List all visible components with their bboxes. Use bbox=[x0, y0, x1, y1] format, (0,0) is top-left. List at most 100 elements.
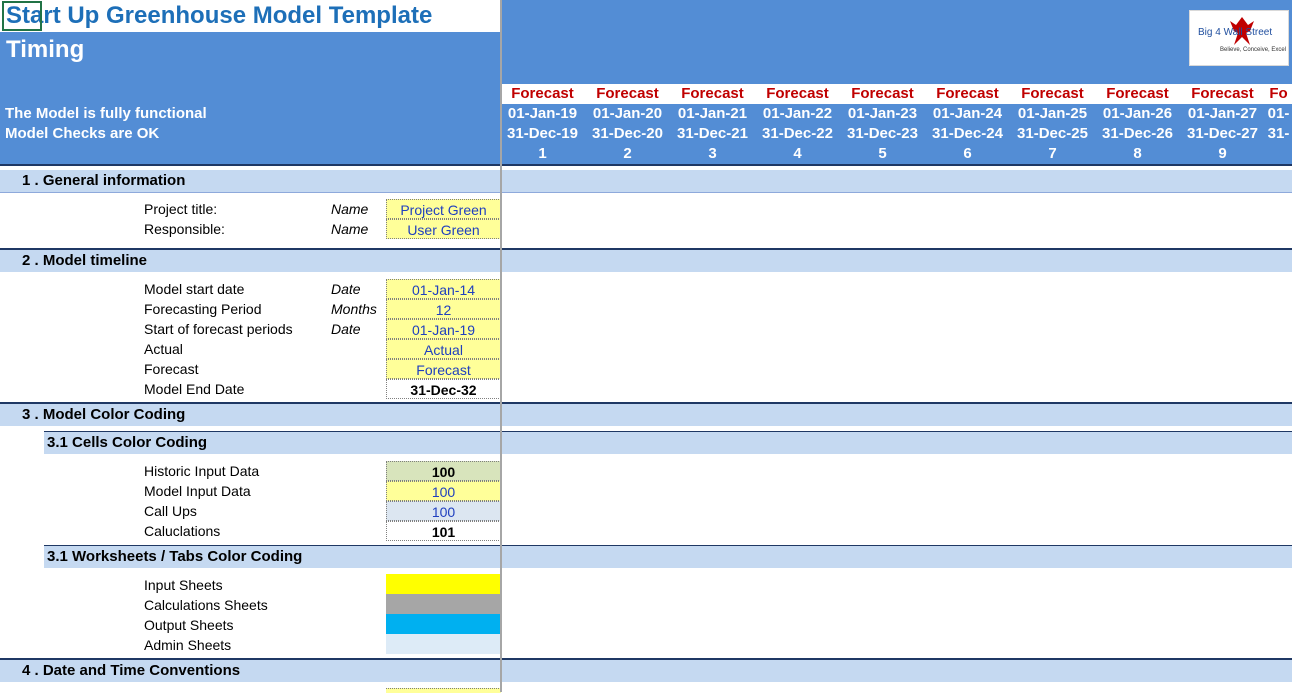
selected-cell-outline[interactable] bbox=[2, 1, 42, 31]
sheet-subtitle: Timing bbox=[6, 36, 85, 63]
section-header-color-coding: 3 . Model Color Coding bbox=[0, 404, 1292, 426]
column-number[interactable]: 4 bbox=[755, 144, 840, 164]
column-start-date[interactable]: 01-Jan-22 bbox=[755, 104, 840, 124]
calculations-sample[interactable]: 101 bbox=[386, 521, 501, 541]
historic-input-sample[interactable]: 100 bbox=[386, 461, 501, 481]
divider bbox=[0, 192, 1292, 193]
section-title: 2 . Model timeline bbox=[22, 252, 148, 269]
column-period-type[interactable]: Forecast bbox=[1095, 84, 1180, 104]
row-label: Historic Input Data bbox=[144, 463, 260, 479]
row-label: Admin Sheets bbox=[144, 637, 232, 653]
row-label: Model Input Data bbox=[144, 483, 251, 499]
row-label: Caluclations bbox=[144, 523, 221, 539]
column-end-date[interactable]: 31-Dec-20 bbox=[585, 124, 670, 144]
forecast-label-input[interactable]: Forecast bbox=[386, 359, 501, 379]
column-end-date[interactable]: 31-Dec-23 bbox=[840, 124, 925, 144]
row-label: Output Sheets bbox=[144, 617, 234, 633]
page-title: Start Up Greenhouse Model Template bbox=[6, 2, 433, 29]
subsection-header-tabs: 3.1 Worksheets / Tabs Color Coding bbox=[44, 546, 1292, 568]
status-functional: The Model is fully functional bbox=[5, 105, 207, 122]
column-end-date[interactable]: 31-Dec-27 bbox=[1180, 124, 1265, 144]
project-title-input[interactable]: Project Green bbox=[386, 199, 501, 219]
column-end-date[interactable]: 31-Dec-25 bbox=[1010, 124, 1095, 144]
title-cell[interactable]: Start Up Greenhouse Model Template bbox=[0, 0, 501, 32]
column-number[interactable]: 3 bbox=[670, 144, 755, 164]
section-header-date-time: 4 . Date and Time Conventions bbox=[0, 660, 1292, 682]
column-end-date[interactable]: 31- bbox=[1265, 124, 1292, 144]
row-label: Calculations Sheets bbox=[144, 597, 268, 613]
header-divider bbox=[0, 164, 1292, 166]
section-title: 4 . Date and Time Conventions bbox=[22, 662, 241, 679]
row-label: Input Sheets bbox=[144, 577, 223, 593]
column-period-type[interactable]: Forecast bbox=[755, 84, 840, 104]
column-period-type[interactable]: Forecast bbox=[1010, 84, 1095, 104]
column-number[interactable]: 6 bbox=[925, 144, 1010, 164]
column-start-date[interactable]: 01-Jan-23 bbox=[840, 104, 925, 124]
section-title: 3 . Model Color Coding bbox=[22, 406, 186, 423]
call-ups-sample[interactable]: 100 bbox=[386, 501, 501, 521]
row-label: Model start date bbox=[144, 281, 245, 297]
section-header-general: 1 . General information bbox=[0, 170, 1292, 192]
freeze-pane-divider bbox=[500, 0, 502, 692]
column-number[interactable]: 7 bbox=[1010, 144, 1095, 164]
output-sheets-swatch[interactable] bbox=[386, 614, 501, 634]
column-number[interactable]: 2 bbox=[585, 144, 670, 164]
partial-input-cell[interactable] bbox=[386, 688, 501, 693]
column-number[interactable]: 8 bbox=[1095, 144, 1180, 164]
model-start-date-input[interactable]: 01-Jan-14 bbox=[386, 279, 501, 299]
subsection-header-cells: 3.1 Cells Color Coding bbox=[44, 432, 1292, 454]
column-period-type[interactable]: Forecast bbox=[670, 84, 755, 104]
column-end-date[interactable]: 31-Dec-19 bbox=[500, 124, 585, 144]
section-header-timeline: 2 . Model timeline bbox=[0, 250, 1292, 272]
logo-tagline: Believe, Conceive, Excel bbox=[1220, 47, 1287, 53]
row-label: Start of forecast periods bbox=[144, 321, 293, 337]
subsection-title: 3.1 Cells Color Coding bbox=[47, 434, 208, 451]
section-title: 1 . General information bbox=[22, 172, 186, 189]
column-start-date[interactable]: 01-Jan-20 bbox=[585, 104, 670, 124]
row-unit: Date bbox=[331, 321, 361, 337]
column-number[interactable]: 5 bbox=[840, 144, 925, 164]
column-number[interactable]: 1 bbox=[500, 144, 585, 164]
row-label: Call Ups bbox=[144, 503, 197, 519]
row-label: Forecasting Period bbox=[144, 301, 262, 317]
responsible-input[interactable]: User Green bbox=[386, 219, 501, 239]
forecasting-period-input[interactable]: 12 bbox=[386, 299, 501, 319]
admin-sheets-swatch[interactable] bbox=[386, 634, 501, 654]
column-number[interactable] bbox=[1265, 144, 1292, 164]
calculations-sheets-swatch[interactable] bbox=[386, 594, 501, 614]
column-start-date[interactable]: 01-Jan-21 bbox=[670, 104, 755, 124]
model-input-sample[interactable]: 100 bbox=[386, 481, 501, 501]
column-end-date[interactable]: 31-Dec-26 bbox=[1095, 124, 1180, 144]
column-start-date[interactable]: 01-Jan-25 bbox=[1010, 104, 1095, 124]
column-period-type[interactable]: Forecast bbox=[500, 84, 585, 104]
column-period-type[interactable]: Forecast bbox=[585, 84, 670, 104]
column-end-date[interactable]: 31-Dec-21 bbox=[670, 124, 755, 144]
row-label: Model End Date bbox=[144, 381, 245, 397]
column-start-date[interactable]: 01-Jan-26 bbox=[1095, 104, 1180, 124]
company-logo: Big 4 Wall Street Believe, Conceive, Exc… bbox=[1189, 10, 1289, 66]
column-period-type[interactable]: Fo bbox=[1265, 84, 1292, 104]
column-start-date[interactable]: 01- bbox=[1265, 104, 1292, 124]
row-label: Forecast bbox=[144, 361, 199, 377]
column-number[interactable]: 9 bbox=[1180, 144, 1265, 164]
column-end-date[interactable]: 31-Dec-22 bbox=[755, 124, 840, 144]
status-checks: Model Checks are OK bbox=[5, 125, 160, 142]
column-start-date[interactable]: 01-Jan-24 bbox=[925, 104, 1010, 124]
column-period-type[interactable]: Forecast bbox=[925, 84, 1010, 104]
column-period-type[interactable]: Forecast bbox=[1180, 84, 1265, 104]
row-unit: Name bbox=[331, 221, 369, 237]
row-unit: Name bbox=[331, 201, 369, 217]
subsection-title: 3.1 Worksheets / Tabs Color Coding bbox=[47, 548, 303, 565]
model-end-date-cell[interactable]: 31-Dec-32 bbox=[386, 379, 501, 399]
row-label: Project title: bbox=[144, 201, 218, 217]
row-unit: Months bbox=[331, 301, 377, 317]
column-end-date[interactable]: 31-Dec-24 bbox=[925, 124, 1010, 144]
column-period-type[interactable]: Forecast bbox=[840, 84, 925, 104]
logo-text: Big 4 Wall Street bbox=[1198, 27, 1273, 38]
forecast-start-input[interactable]: 01-Jan-19 bbox=[386, 319, 501, 339]
column-start-date[interactable]: 01-Jan-27 bbox=[1180, 104, 1265, 124]
input-sheets-swatch[interactable] bbox=[386, 574, 501, 594]
actual-label-input[interactable]: Actual bbox=[386, 339, 501, 359]
row-label: Responsible: bbox=[144, 221, 225, 237]
column-start-date[interactable]: 01-Jan-19 bbox=[500, 104, 585, 124]
